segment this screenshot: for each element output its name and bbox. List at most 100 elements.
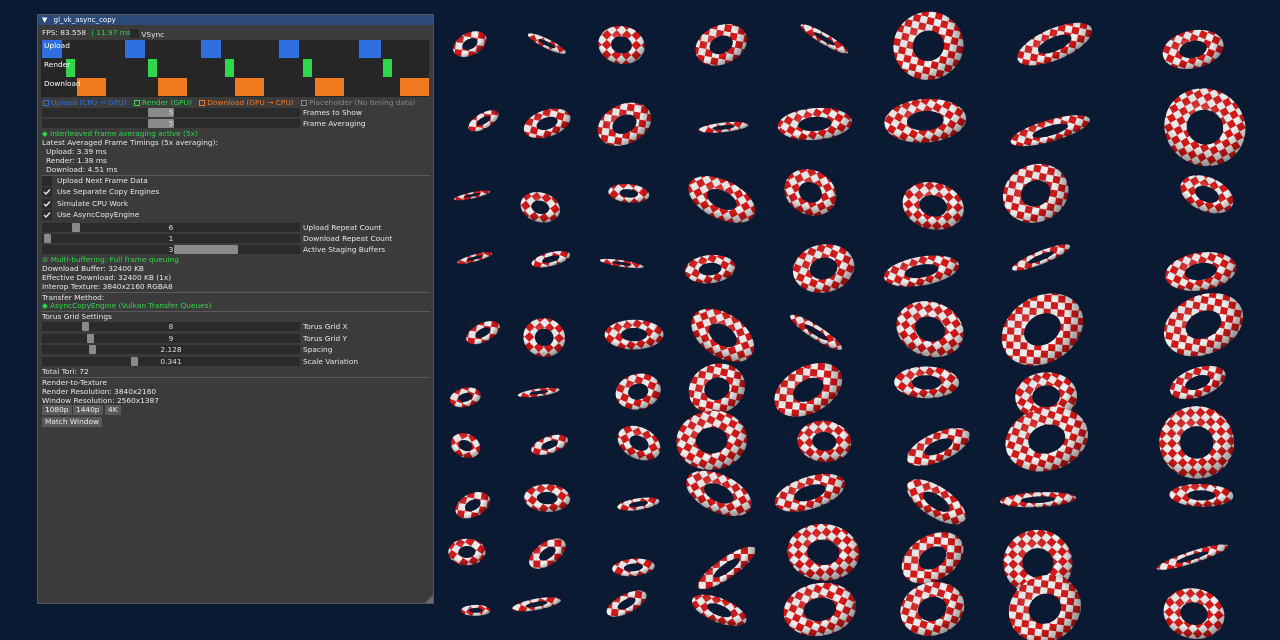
torus xyxy=(800,24,849,54)
resolution-1440p-button[interactable]: 1440p xyxy=(73,405,103,415)
fps-readout: FPS: 83.558 xyxy=(42,28,87,37)
staging-buffers-slider[interactable]: 3 xyxy=(42,245,300,254)
torus xyxy=(457,252,493,264)
vsync-checkbox[interactable] xyxy=(130,29,139,38)
torus-grid-y-value: 9 xyxy=(168,334,174,343)
panel-titlebar[interactable]: ▼ gl_vk_async_copy xyxy=(38,15,433,25)
render-block xyxy=(303,59,312,77)
torus xyxy=(1162,29,1224,69)
torus xyxy=(460,604,491,616)
torus xyxy=(448,538,486,566)
download-repeat-slider[interactable]: 1 xyxy=(42,234,300,243)
separate-copy-engines-checkbox[interactable] xyxy=(42,187,52,197)
torus xyxy=(523,318,566,357)
torus xyxy=(1165,252,1237,291)
torus xyxy=(894,366,959,399)
legend-placeholder-label: Placeholder (No timing data) xyxy=(309,98,416,107)
torus xyxy=(1163,588,1225,639)
spacing-slider[interactable]: 2.128 xyxy=(42,345,300,354)
torus xyxy=(884,98,967,143)
frame-time-readout: | 11.97 ms xyxy=(91,28,131,37)
torus-grid-x-slider[interactable]: 8 xyxy=(42,322,300,331)
torus xyxy=(523,108,571,139)
torus xyxy=(787,523,860,581)
torus xyxy=(900,581,965,636)
legend-swatch xyxy=(199,100,206,106)
interop-texture-info: Interop Texture: 3840x2160 RGBA8 xyxy=(42,282,173,291)
torus xyxy=(527,33,566,54)
frame-averaging-value: 5 xyxy=(168,119,174,128)
legend-swatch xyxy=(301,100,308,106)
torus-grid-y-slider[interactable]: 9 xyxy=(42,334,300,343)
timing-download: Download: 4.51 ms xyxy=(46,165,118,174)
torus xyxy=(893,11,964,80)
spacing-label: Spacing xyxy=(303,345,333,354)
legend-download: Download (GPU → CPU) xyxy=(199,98,294,107)
torus xyxy=(453,31,487,57)
upload-next-frame-checkbox[interactable] xyxy=(42,176,52,186)
torus xyxy=(906,427,970,466)
legend-render-label: Render (GPU) xyxy=(141,98,192,107)
staging-buffers-label: Active Staging Buffers xyxy=(303,245,386,254)
torus xyxy=(784,169,837,216)
resolution-4k-button[interactable]: 4K xyxy=(105,405,121,415)
checkmark-icon xyxy=(43,212,51,219)
torus xyxy=(1163,293,1244,357)
debug-panel[interactable]: ▼ gl_vk_async_copy FPS: 83.558 | 11.97 m… xyxy=(37,14,434,604)
transfer-method-value: AsyncCopyEngine (Vulkan Transfer Queues) xyxy=(50,301,212,310)
legend-swatch xyxy=(133,100,140,106)
download-block xyxy=(315,78,344,96)
torus xyxy=(1001,293,1084,366)
checkbox-label: Use AsyncCopyEngine xyxy=(57,210,140,219)
scale-variation-value: 0.341 xyxy=(160,357,182,366)
torus xyxy=(604,319,664,350)
torus xyxy=(797,420,852,463)
spacing-value: 2.128 xyxy=(160,345,182,354)
lane-label-render: Render xyxy=(44,60,71,69)
timeline-legend: Upload (CPU → GPU) Render (GPU) Download… xyxy=(43,98,415,108)
scale-variation-slider[interactable]: 0.341 xyxy=(42,357,300,366)
torus xyxy=(783,582,856,637)
checkbox-label: Use Separate Copy Engines xyxy=(57,187,160,196)
upload-repeat-label: Upload Repeat Count xyxy=(303,223,382,232)
torus xyxy=(774,473,845,512)
collapse-arrow-icon[interactable]: ▼ xyxy=(42,16,47,24)
torus xyxy=(777,107,853,141)
torus xyxy=(1000,492,1077,508)
frames-to-show-label: Frames to Show xyxy=(303,108,362,117)
torus xyxy=(1156,544,1229,570)
upload-repeat-slider[interactable]: 6 xyxy=(42,223,300,232)
torus xyxy=(698,121,749,133)
download-block xyxy=(158,78,187,96)
frames-to-show-slider[interactable]: 5 xyxy=(42,108,300,117)
frame-averaging-slider[interactable]: 5 xyxy=(42,119,300,128)
torus xyxy=(454,190,491,201)
torus xyxy=(1180,175,1234,214)
torus xyxy=(1159,406,1235,479)
use-async-copy-engine-checkbox[interactable] xyxy=(42,210,52,220)
download-block xyxy=(400,78,429,96)
simulate-cpu-work-checkbox[interactable] xyxy=(42,199,52,209)
window-title: gl_vk_async_copy xyxy=(53,16,116,24)
diamond-icon: ◆ xyxy=(42,129,48,138)
resize-grip[interactable] xyxy=(425,595,433,603)
match-window-button[interactable]: Match Window xyxy=(42,417,103,427)
torus xyxy=(896,301,964,358)
legend-upload: Upload (CPU → GPU) xyxy=(43,98,127,107)
legend-render: Render (GPU) xyxy=(133,98,192,107)
checkmark-icon xyxy=(43,201,51,208)
lane-label-upload: Upload xyxy=(44,41,70,50)
torus xyxy=(1012,244,1071,271)
resolution-1080p-button[interactable]: 1080p xyxy=(42,405,72,415)
torus xyxy=(529,538,566,569)
download-block xyxy=(235,78,264,96)
upload-block xyxy=(201,40,221,58)
torus xyxy=(599,258,644,269)
scale-variation-label: Scale Variation xyxy=(303,357,359,366)
download-repeat-value: 1 xyxy=(168,234,174,243)
torus xyxy=(1170,365,1226,400)
frame-averaging-label: Frame Averaging xyxy=(303,119,366,128)
torus xyxy=(684,254,736,284)
torus xyxy=(790,314,843,351)
torus xyxy=(1169,483,1234,507)
